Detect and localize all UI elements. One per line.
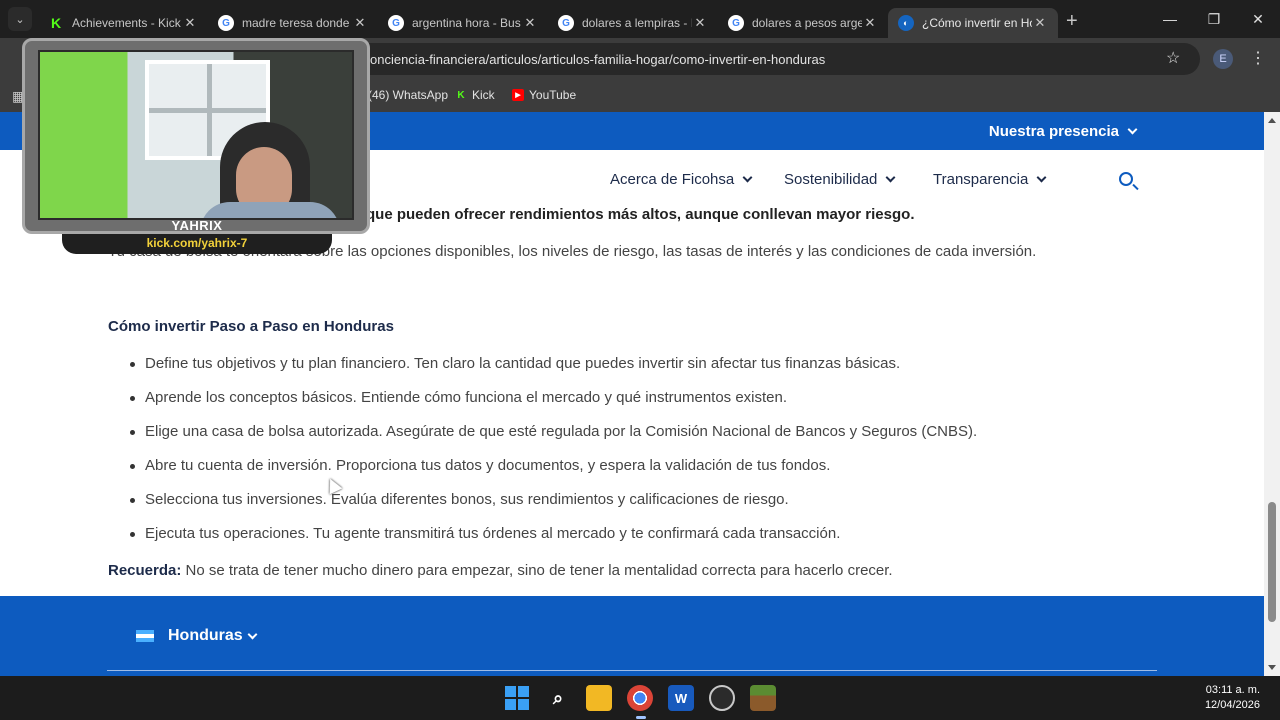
- step-item: Selecciona tus inversiones. Evalúa difer…: [130, 488, 977, 522]
- close-tab-icon[interactable]: ✕: [522, 15, 538, 31]
- obs-icon[interactable]: [709, 685, 735, 711]
- window-controls: — ❐ ✕: [1148, 0, 1280, 38]
- tab-strip: ⌄ K Achievements - Kick ✕ Gmadre teresa don…: [0, 0, 1280, 38]
- new-tab-button[interactable]: +: [1066, 10, 1078, 33]
- google-icon: G: [218, 15, 234, 31]
- close-tab-icon[interactable]: ✕: [182, 15, 198, 31]
- chrome-icon[interactable]: [627, 685, 653, 711]
- nuestra-presencia-label: Nuestra presencia: [988, 123, 1119, 140]
- url-text[interactable]: onciencia-financiera/articulos/articulos…: [370, 52, 825, 67]
- steps-list: Define tus objetivos y tu plan financier…: [130, 352, 977, 556]
- chevron-down-icon: [1127, 124, 1138, 135]
- step-item: Aprende los conceptos básicos. Entiende …: [130, 386, 977, 420]
- tab-search-button[interactable]: ⌄: [8, 7, 32, 31]
- article-heading: Cómo invertir Paso a Paso en Honduras: [108, 318, 394, 335]
- streamer-url: kick.com/yahrix-7: [146, 236, 248, 250]
- country-label: Honduras: [168, 627, 243, 644]
- nav-acerca-label: Acerca de Ficohsa: [610, 171, 735, 188]
- minecraft-icon[interactable]: [750, 685, 776, 711]
- reminder-label: Recuerda:: [108, 562, 182, 579]
- nuestra-presencia-menu[interactable]: Nuestra presencia: [988, 123, 1138, 140]
- tab-title: Achievements - Kick: [72, 16, 181, 30]
- tab-title: dolares a pesos arge: [752, 16, 862, 30]
- bookmark-whatsapp[interactable]: (46) WhatsApp: [368, 88, 448, 102]
- bookmark-youtube[interactable]: ▶ YouTube: [512, 88, 576, 102]
- page-scrollbar[interactable]: [1264, 112, 1280, 676]
- article-bold-line: que pueden ofrecer rendimientos más alto…: [366, 206, 915, 223]
- honduras-flag-icon: [136, 630, 154, 642]
- chevron-down-icon: [1036, 172, 1047, 183]
- profile-avatar[interactable]: E: [1213, 49, 1233, 69]
- bookmark-whatsapp-label: (46) WhatsApp: [368, 88, 449, 102]
- stream-webcam-overlay: YAHRIX kick.com/yahrix-7: [22, 38, 372, 254]
- bookmark-star-icon[interactable]: ☆: [1166, 48, 1180, 68]
- close-tab-icon[interactable]: ✕: [1032, 15, 1048, 31]
- tab-title: ¿Cómo invertir en Ho: [922, 16, 1032, 30]
- footer-band: Honduras: [0, 596, 1264, 676]
- browser-tab[interactable]: Gdolares a pesos arge ✕: [718, 8, 888, 38]
- step-item: Define tus objetivos y tu plan financier…: [130, 352, 977, 386]
- windows-start-icon[interactable]: [504, 685, 530, 711]
- step-item: Abre tu cuenta de inversión. Proporciona…: [130, 454, 977, 488]
- nav-sostenibilidad[interactable]: Sostenibilidad: [784, 171, 896, 188]
- minimize-button[interactable]: —: [1148, 0, 1192, 38]
- kick-icon: K: [50, 15, 62, 31]
- reminder-text: No se trata de tener mucho dinero para e…: [181, 562, 893, 579]
- nav-sostenibilidad-label: Sostenibilidad: [784, 171, 878, 188]
- chevron-down-icon: [742, 172, 753, 183]
- search-icon[interactable]: [1119, 172, 1133, 186]
- windows-taskbar: ⌕ W 03:11 a. m. 12/04/2026: [0, 676, 1280, 720]
- close-tab-icon[interactable]: ✕: [352, 15, 368, 31]
- google-icon: G: [388, 15, 404, 31]
- nav-transparencia[interactable]: Transparencia: [933, 171, 1047, 188]
- bookmark-kick-label: Kick: [472, 88, 495, 102]
- bookmark-kick[interactable]: K Kick: [455, 88, 495, 102]
- file-explorer-icon[interactable]: [586, 685, 612, 711]
- clock-date: 12/04/2026: [1204, 699, 1260, 711]
- browser-tab[interactable]: ◐ ¿Cómo invertir en Ho ✕: [888, 8, 1058, 38]
- search-icon[interactable]: ⌕: [545, 685, 571, 711]
- reminder: Recuerda: No se trata de tener mucho din…: [108, 562, 893, 579]
- system-clock[interactable]: 03:11 a. m. 12/04/2026: [1205, 683, 1260, 713]
- nav-transparencia-label: Transparencia: [933, 171, 1029, 188]
- youtube-icon: ▶: [512, 89, 524, 101]
- tab-title: madre teresa donde: [242, 16, 350, 30]
- browser-menu-icon[interactable]: ⋮: [1250, 48, 1266, 68]
- browser-tab[interactable]: Gargentina hora - Bus ✕: [378, 8, 548, 38]
- country-selector[interactable]: Honduras: [136, 627, 258, 645]
- google-icon: G: [558, 15, 574, 31]
- nav-acerca-de-ficohsa[interactable]: Acerca de Ficohsa: [610, 171, 753, 188]
- webcam-feed: [38, 50, 354, 220]
- kick-icon: K: [457, 89, 465, 101]
- tab-title: dolares a lempiras - I: [582, 16, 692, 30]
- chevron-down-icon: [885, 172, 896, 183]
- browser-tab[interactable]: Gmadre teresa donde ✕: [208, 8, 378, 38]
- scroll-up-arrow-icon[interactable]: [1268, 118, 1276, 123]
- word-icon[interactable]: W: [668, 685, 694, 711]
- active-app-indicator: [636, 716, 646, 719]
- scroll-down-arrow-icon[interactable]: [1268, 665, 1276, 670]
- scrollbar-thumb[interactable]: [1268, 502, 1276, 622]
- google-icon: G: [728, 15, 744, 31]
- clock-time: 03:11 a. m.: [1205, 684, 1260, 696]
- bookmark-youtube-label: YouTube: [529, 88, 577, 102]
- browser-tab[interactable]: Gdolares a lempiras - I ✕: [548, 8, 718, 38]
- tab-list: K Achievements - Kick ✕ Gmadre teresa donde…: [38, 0, 1058, 38]
- chevron-down-icon: [247, 629, 258, 639]
- browser-tab[interactable]: K Achievements - Kick ✕: [38, 8, 208, 38]
- close-tab-icon[interactable]: ✕: [862, 15, 878, 31]
- step-item: Ejecuta tus operaciones. Tu agente trans…: [130, 522, 977, 556]
- close-window-button[interactable]: ✕: [1236, 0, 1280, 38]
- step-item: Elige una casa de bolsa autorizada. Aseg…: [130, 420, 977, 454]
- footer-divider: [107, 670, 1157, 671]
- tab-title: argentina hora - Bus: [412, 16, 521, 30]
- maximize-button[interactable]: ❐: [1192, 0, 1236, 38]
- ficohsa-icon: ◐: [898, 15, 914, 31]
- close-tab-icon[interactable]: ✕: [692, 15, 708, 31]
